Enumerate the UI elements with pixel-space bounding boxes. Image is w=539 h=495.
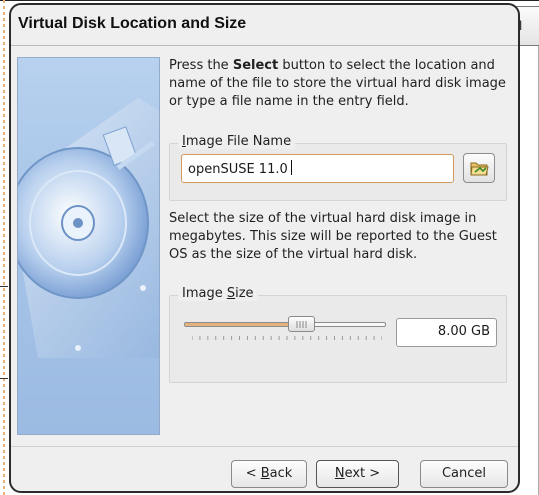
mnemonic-letter: S bbox=[226, 286, 236, 301]
location-description: Press the Select button to select the lo… bbox=[169, 57, 514, 111]
back-button[interactable]: < Back bbox=[231, 460, 307, 488]
hard-disk-icon bbox=[18, 98, 159, 358]
button-text: ext > bbox=[344, 466, 381, 481]
folder-icon bbox=[470, 162, 489, 176]
select-keyword: Select bbox=[232, 58, 279, 73]
label-text: mage File Name bbox=[185, 134, 292, 149]
mnemonic-letter: N bbox=[334, 466, 345, 481]
select-file-button[interactable] bbox=[463, 153, 495, 183]
description-text: Press the bbox=[169, 58, 233, 73]
slider-ticks bbox=[192, 336, 382, 340]
button-text: ack bbox=[269, 466, 293, 481]
image-file-name-label: Image File Name bbox=[178, 134, 296, 149]
grip-icon bbox=[296, 321, 307, 328]
background-window-line bbox=[0, 286, 8, 287]
label-text: ize bbox=[235, 286, 254, 301]
image-size-group: Image Size 8.00 GB bbox=[169, 286, 507, 383]
image-size-slider[interactable] bbox=[184, 322, 386, 327]
slider-fill bbox=[185, 323, 301, 326]
next-button[interactable]: Next > bbox=[316, 460, 399, 488]
image-file-name-input[interactable]: openSUSE 11.0 bbox=[181, 154, 454, 183]
button-text: < bbox=[245, 466, 261, 481]
image-size-label: Image Size bbox=[178, 286, 258, 301]
background-window-line bbox=[0, 378, 8, 379]
label-text: Image bbox=[182, 286, 227, 301]
input-value: openSUSE 11.0 bbox=[188, 162, 288, 177]
size-description: Select the size of the virtual hard disk… bbox=[169, 211, 497, 262]
mnemonic-letter: B bbox=[260, 466, 270, 481]
hard-disk-illustration bbox=[17, 57, 160, 435]
button-separator bbox=[11, 446, 518, 447]
image-size-input[interactable]: 8.00 GB bbox=[396, 318, 497, 347]
dialog-title: Virtual Disk Location and Size bbox=[18, 15, 247, 32]
slider-thumb[interactable] bbox=[287, 316, 315, 332]
background-window-edge bbox=[0, 0, 539, 1]
virtual-disk-dialog: Virtual Disk Location and Size Press the… bbox=[9, 3, 520, 493]
title-separator bbox=[11, 45, 518, 46]
text-cursor bbox=[290, 160, 292, 175]
cancel-button[interactable]: Cancel bbox=[420, 460, 508, 488]
image-file-name-group: Image File Name openSUSE 11.0 bbox=[169, 134, 507, 201]
